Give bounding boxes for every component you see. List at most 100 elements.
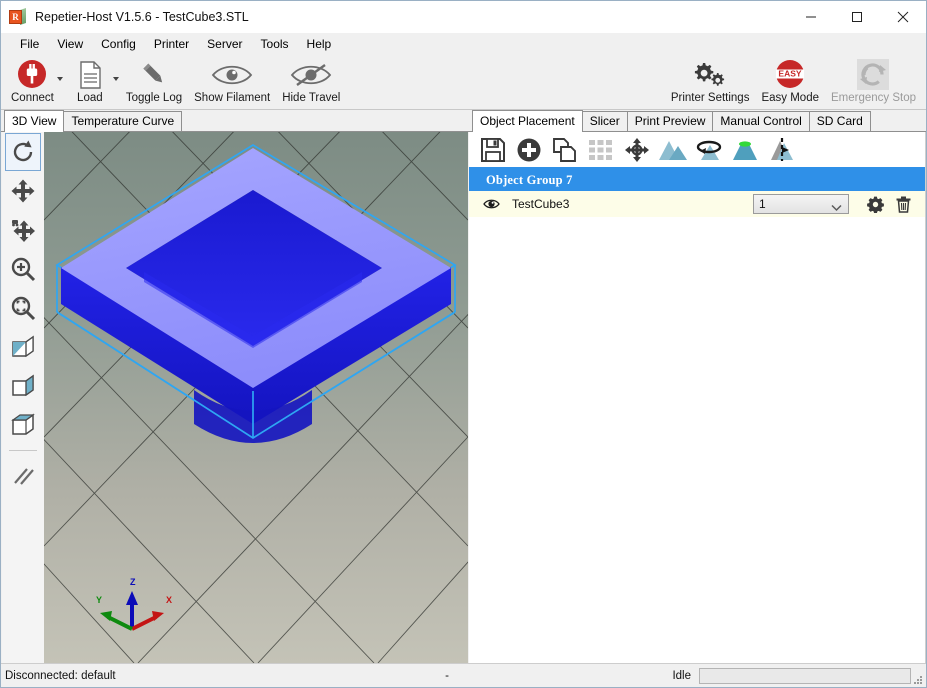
- main-toolbar: Connect Load Toggle Log Show Filament Hi…: [1, 55, 926, 110]
- view3d-wrapper: Z X Y: [1, 132, 469, 663]
- toolbar-right-group: Printer Settings EASY Easy Mode Emergenc…: [665, 55, 922, 104]
- object-placement-toolbar: [469, 132, 925, 169]
- toggle-log-button[interactable]: Toggle Log: [120, 55, 188, 104]
- emergency-stop-label: Emergency Stop: [830, 92, 916, 104]
- view-tool-separator: [9, 450, 37, 451]
- minimize-icon[interactable]: [788, 1, 834, 33]
- zoom-in-tool[interactable]: [5, 250, 41, 288]
- menubar: File View Config Printer Server Tools He…: [1, 33, 926, 55]
- menu-item-view[interactable]: View: [48, 35, 92, 53]
- tab-print-preview[interactable]: Print Preview: [626, 111, 714, 131]
- show-filament-button[interactable]: Show Filament: [188, 55, 276, 104]
- load-label: Load: [77, 92, 103, 104]
- status-state: Idle: [672, 669, 691, 682]
- resize-grip[interactable]: [912, 673, 924, 685]
- show-filament-label: Show Filament: [194, 92, 271, 104]
- status-middle: -: [445, 669, 449, 682]
- mirror-object-button[interactable]: [763, 134, 799, 166]
- object-placement-panel: Object Group 7 TestCube3 1: [469, 132, 926, 663]
- move-view-tool[interactable]: [5, 172, 41, 210]
- statusbar: Disconnected: default - Idle: [1, 663, 926, 687]
- 3d-viewport[interactable]: Z X Y: [44, 132, 468, 663]
- hide-travel-button[interactable]: Hide Travel: [276, 55, 346, 104]
- connect-dropdown-arrow[interactable]: [56, 77, 63, 81]
- titlebar: R Repetier-Host V1.5.6 - TestCube3.STL: [1, 1, 926, 33]
- copies-value: 1: [759, 197, 766, 211]
- app-icon-letter: R: [9, 10, 22, 24]
- rotate-view-tool[interactable]: [5, 133, 41, 171]
- printer-settings-button[interactable]: Printer Settings: [665, 55, 756, 104]
- menu-item-tools[interactable]: Tools: [252, 35, 298, 53]
- progress-bar: [699, 667, 911, 684]
- drop-object-button[interactable]: [727, 134, 763, 166]
- scale-object-button[interactable]: [655, 134, 691, 166]
- view-mode-solid-tool[interactable]: [5, 367, 41, 405]
- emergency-stop-button[interactable]: Emergency Stop: [825, 55, 922, 104]
- window-controls: [788, 1, 926, 33]
- eye-icon[interactable]: [483, 198, 505, 210]
- repetier-cube-icon: R: [9, 8, 27, 26]
- center-object-button[interactable]: [619, 134, 655, 166]
- tab-sd-card[interactable]: SD Card: [808, 111, 871, 131]
- load-dropdown-arrow[interactable]: [112, 77, 119, 81]
- toolbar-left-group: Connect Load Toggle Log Show Filament Hi…: [5, 55, 346, 104]
- gear-icon[interactable]: [861, 196, 889, 213]
- right-pane: Object Placement Slicer Print Preview Ma…: [469, 110, 926, 663]
- copy-object-button[interactable]: [547, 134, 583, 166]
- tab-3d-view[interactable]: 3D View: [4, 110, 65, 132]
- tab-object-placement[interactable]: Object Placement: [472, 110, 583, 132]
- zoom-fit-tool[interactable]: [5, 289, 41, 327]
- toggle-log-label: Toggle Log: [125, 92, 183, 104]
- axis-label-x: X: [166, 595, 172, 605]
- menu-item-server[interactable]: Server: [198, 35, 251, 53]
- add-object-button[interactable]: [511, 134, 547, 166]
- hide-travel-label: Hide Travel: [282, 92, 341, 104]
- printer-settings-label: Printer Settings: [670, 92, 750, 104]
- eye-icon: [210, 58, 254, 92]
- eye-slash-icon: [289, 58, 333, 92]
- repetier-host-window: R Repetier-Host V1.5.6 - TestCube3.STL F…: [0, 0, 927, 688]
- axis-label-y: Y: [96, 595, 102, 605]
- window-title: Repetier-Host V1.5.6 - TestCube3.STL: [35, 10, 249, 24]
- menu-item-file[interactable]: File: [11, 35, 48, 53]
- autoposition-button[interactable]: [583, 134, 619, 166]
- menu-item-help[interactable]: Help: [298, 35, 341, 53]
- save-button[interactable]: [475, 134, 511, 166]
- maximize-icon[interactable]: [834, 1, 880, 33]
- tab-slicer[interactable]: Slicer: [581, 111, 628, 131]
- right-tabstrip: Object Placement Slicer Print Preview Ma…: [469, 110, 926, 132]
- chevron-down-icon: [831, 199, 842, 217]
- gears-icon: [690, 58, 730, 92]
- view3d-toolbar: [2, 132, 45, 663]
- menu-item-printer[interactable]: Printer: [145, 35, 198, 53]
- close-icon[interactable]: [880, 1, 926, 33]
- axis-label-z: Z: [130, 577, 136, 587]
- easy-mode-label: Easy Mode: [761, 92, 819, 104]
- tab-manual-control[interactable]: Manual Control: [712, 111, 810, 131]
- svg-text:EASY: EASY: [779, 69, 802, 79]
- move-object-tool[interactable]: [5, 211, 41, 249]
- emergency-stop-icon: [855, 58, 891, 92]
- status-connection: Disconnected: default: [5, 669, 116, 682]
- rotate-object-button[interactable]: [691, 134, 727, 166]
- view-mode-wireframe-tool[interactable]: [5, 406, 41, 444]
- connect-label: Connect: [11, 92, 54, 104]
- load-button[interactable]: Load: [64, 55, 116, 104]
- menu-item-config[interactable]: Config: [92, 35, 145, 53]
- power-plug-icon: [15, 58, 49, 92]
- pencil-icon: [138, 58, 170, 92]
- table-row[interactable]: TestCube3 1: [469, 191, 925, 217]
- copies-dropdown[interactable]: 1: [753, 194, 849, 214]
- view-mode-edges-tool[interactable]: [5, 457, 41, 495]
- connect-button[interactable]: Connect: [5, 55, 60, 104]
- tab-temperature-curve[interactable]: Temperature Curve: [63, 111, 183, 131]
- trash-icon[interactable]: [889, 196, 917, 213]
- view-mode-textured-tool[interactable]: [5, 328, 41, 366]
- document-icon: [75, 58, 105, 92]
- left-pane: 3D View Temperature Curve Z X Y: [1, 110, 469, 663]
- easy-mode-button[interactable]: EASY Easy Mode: [755, 55, 825, 104]
- left-tabstrip: 3D View Temperature Curve: [1, 110, 469, 132]
- easy-badge-icon: EASY: [773, 58, 807, 92]
- object-group-header[interactable]: Object Group 7: [469, 169, 925, 191]
- object-name: TestCube3: [512, 197, 570, 211]
